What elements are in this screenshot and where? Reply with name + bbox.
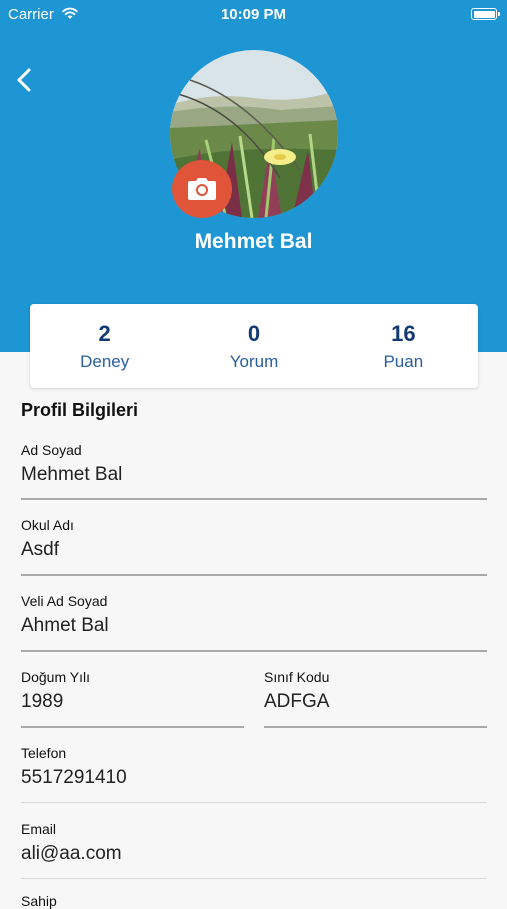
field-value[interactable]: Mehmet Bal [21,464,487,486]
field-underline [21,726,244,728]
field-underline [21,650,487,652]
birth-year-field[interactable]: Doğum Yılı 1989 [21,669,244,713]
field-underline [21,802,487,803]
field-value[interactable]: ali@aa.com [21,843,487,865]
field-underline [21,498,487,500]
stat-label: Puan [383,352,424,371]
field-underline [21,878,487,879]
stat-value: 16 [391,321,416,346]
partial-field[interactable]: Sahip [21,893,487,909]
field-underline [264,726,487,728]
field-value[interactable]: Ahmet Bal [21,615,487,637]
field-value[interactable]: ADFGA [264,691,487,713]
field-label: Email [21,821,57,837]
stat-points[interactable]: 16 Puan [329,304,478,388]
battery-icon [471,8,500,20]
phone-field[interactable]: Telefon 5517291410 [21,745,487,789]
school-field[interactable]: Okul Adı Asdf [21,517,487,561]
stat-value: 0 [247,321,261,346]
change-photo-button[interactable] [172,160,232,218]
stats-card: 2 Deney 0 Yorum 16 Puan [30,304,478,388]
status-time: 10:09 PM [220,6,287,23]
field-label: Sınıf Kodu [264,669,330,685]
field-underline [21,574,487,576]
field-label: Veli Ad Soyad [21,593,108,609]
stat-value: 2 [98,321,111,346]
field-value[interactable]: 5517291410 [21,767,487,789]
section-title: Profil Bilgileri [21,400,139,420]
back-chevron-icon[interactable] [12,66,38,94]
field-value[interactable]: 1989 [21,691,244,713]
class-code-field[interactable]: Sınıf Kodu ADFGA [264,669,487,713]
stat-experiments[interactable]: 2 Deney [30,304,179,388]
parent-name-field[interactable]: Veli Ad Soyad Ahmet Bal [21,593,487,637]
camera-icon [188,178,216,200]
stat-label: Yorum [229,352,279,371]
profile-name: Mehmet Bal [194,230,313,253]
email-field[interactable]: Email ali@aa.com [21,821,487,865]
field-label: Okul Adı [21,517,74,533]
full-name-field[interactable]: Ad Soyad Mehmet Bal [21,442,487,486]
field-label: Telefon [21,745,67,761]
field-label: Ad Soyad [21,442,82,458]
stat-comments[interactable]: 0 Yorum [179,304,328,388]
status-bar: Carrier 10:09 PM [0,0,507,30]
field-value[interactable]: Asdf [21,539,487,561]
field-label: Sahip [21,893,57,909]
field-label: Doğum Yılı [21,669,90,685]
stat-label: Deney [80,352,130,371]
